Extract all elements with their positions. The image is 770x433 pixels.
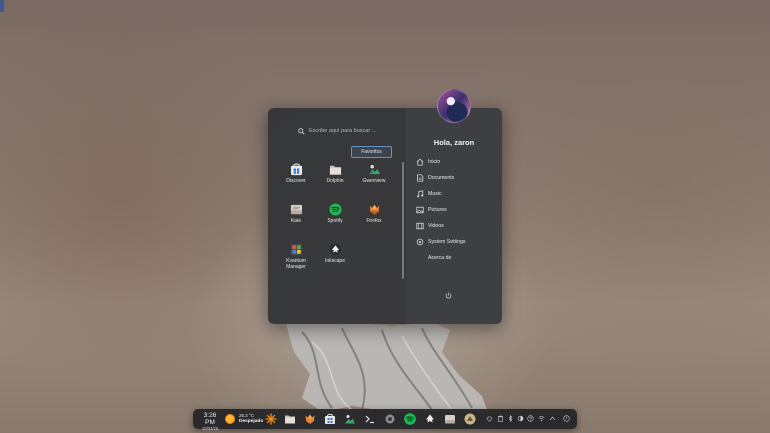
place-item-about[interactable]: Acerca de	[416, 250, 500, 266]
place-label: Pictures	[428, 207, 447, 213]
place-item-music[interactable]: Music	[416, 186, 500, 202]
tab-favorites[interactable]: Favoritos	[351, 146, 392, 158]
app-inkscape[interactable]: Inkscape	[315, 242, 355, 282]
settings-icon	[416, 238, 424, 246]
store-icon[interactable]	[324, 413, 336, 425]
settings-icon[interactable]	[384, 413, 396, 425]
chevron-up-icon[interactable]	[549, 415, 556, 422]
launcher-right-pane: Hola, zaron Inicio Documents Music Pictu…	[406, 108, 502, 324]
place-label: Acerca de	[428, 255, 452, 261]
user-greeting: Hola, zaron	[433, 138, 475, 147]
app-spotify[interactable]: Spotify	[315, 202, 355, 242]
place-item-documents[interactable]: Documents	[416, 170, 500, 186]
wallpaper-driftwood	[286, 322, 488, 412]
launcher-left-pane: Escribe aquí para buscar ... Favoritos D…	[268, 108, 406, 324]
clock-time: 3:26 PM	[203, 412, 217, 426]
inkscape-icon	[329, 243, 341, 256]
place-label: Videos	[428, 223, 444, 229]
place-label: Inicio	[428, 159, 441, 165]
wifi-icon[interactable]	[538, 415, 545, 422]
app-launcher: Escribe aquí para buscar ... Favoritos D…	[268, 108, 502, 324]
clock-date: 10/03/25	[201, 426, 219, 431]
place-item-system-settings[interactable]: System Settings	[416, 234, 500, 250]
app-label: Dolphin	[326, 178, 344, 184]
app-dolphin[interactable]: Dolphin	[315, 162, 355, 202]
app-firefox[interactable]: Firefox	[354, 202, 394, 242]
discover-icon	[290, 163, 302, 176]
files-icon[interactable]	[284, 413, 296, 425]
app-icon[interactable]	[464, 413, 476, 425]
place-item-videos[interactable]: Videos	[416, 218, 500, 234]
app-label: Gwenview	[362, 178, 386, 184]
search-input[interactable]: Escribe aquí para buscar ...	[309, 128, 376, 134]
kate-icon	[290, 204, 302, 215]
terminal-icon[interactable]	[364, 413, 376, 425]
gwenview-icon	[368, 165, 380, 175]
kate-icon[interactable]	[444, 413, 456, 425]
power-icon[interactable]	[445, 292, 452, 299]
app-kvantum-manager[interactable]: Kvantum Manager	[276, 242, 316, 282]
app-label: Discover	[286, 178, 306, 184]
music-icon	[417, 190, 424, 198]
clock-widget[interactable]: 3:26 PM 10/03/25	[198, 412, 222, 432]
favorites-scrollbar[interactable]	[402, 162, 404, 279]
place-label: Music	[428, 191, 442, 197]
video-icon	[416, 222, 424, 230]
spotify-icon[interactable]	[404, 413, 416, 425]
app-label: Firefox	[366, 218, 382, 224]
place-label: System Settings	[428, 239, 466, 245]
places-list: Inicio Documents Music Pictures Videos S…	[416, 154, 500, 266]
app-label: Inkscape	[324, 258, 345, 264]
bug-icon[interactable]	[486, 415, 493, 422]
app-label: Kvantum Manager	[286, 258, 306, 270]
place-label: Documents	[428, 175, 455, 181]
app-discover[interactable]: Discover	[276, 162, 316, 202]
power-icon[interactable]	[563, 415, 570, 422]
home-icon	[416, 158, 424, 166]
document-icon	[417, 174, 424, 182]
launcher-icon[interactable]	[265, 413, 277, 425]
inkscape-icon[interactable]	[424, 413, 436, 425]
place-item-pictures[interactable]: Pictures	[416, 202, 500, 218]
firefox-icon[interactable]	[304, 413, 316, 425]
dolphin-icon	[329, 165, 341, 175]
place-item-inicio[interactable]: Inicio	[416, 154, 500, 170]
sun-icon[interactable]	[225, 414, 235, 424]
clipboard-icon[interactable]	[497, 415, 504, 422]
help-icon[interactable]	[527, 415, 534, 422]
kvantum-icon	[290, 243, 302, 256]
weather-widget[interactable]: 25.2 °C Despejado	[239, 413, 263, 425]
app-label: Kate	[290, 218, 302, 224]
app-gwenview[interactable]: Gwenview	[354, 162, 394, 202]
brightness-icon[interactable]	[517, 415, 524, 422]
screen-corner-mark	[0, 0, 4, 12]
gwenview-icon[interactable]	[344, 413, 356, 425]
spotify-icon	[328, 203, 342, 216]
user-avatar[interactable]	[437, 89, 471, 123]
search-icon	[298, 127, 305, 135]
bluetooth-icon[interactable]	[507, 415, 514, 422]
pictures-icon	[416, 206, 424, 214]
taskbar: 3:26 PM 10/03/25 25.2 °C Despejado	[193, 409, 577, 432]
search-box[interactable]: Escribe aquí para buscar ...	[298, 124, 388, 138]
app-label: Spotify	[327, 218, 343, 224]
app-kate[interactable]: Kate	[276, 202, 316, 242]
firefox-icon	[369, 204, 379, 215]
weather-description: Despejado	[239, 419, 264, 424]
